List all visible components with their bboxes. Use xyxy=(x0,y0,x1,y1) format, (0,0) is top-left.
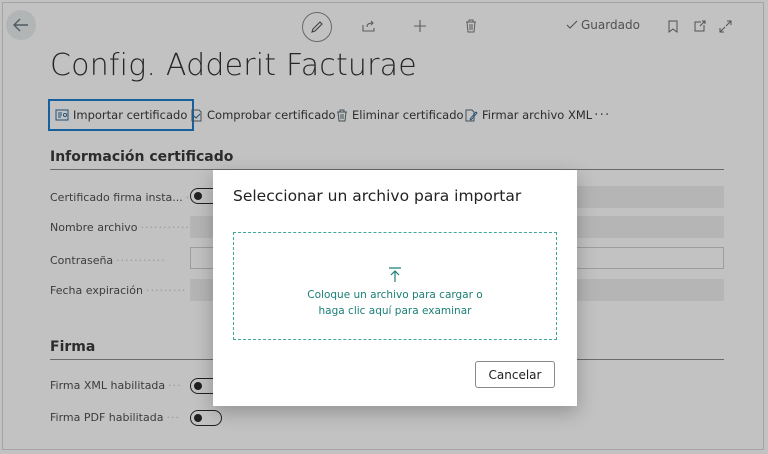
cancel-button[interactable]: Cancelar xyxy=(475,361,555,388)
dialog-title: Seleccionar un archivo para importar xyxy=(233,187,522,205)
drop-zone-text: Coloque un archivo para cargar o haga cl… xyxy=(307,289,483,317)
upload-icon xyxy=(389,267,401,282)
file-drop-zone[interactable]: Coloque un archivo para cargar o haga cl… xyxy=(233,232,557,340)
import-file-dialog: Seleccionar un archivo para importar Col… xyxy=(213,170,577,406)
